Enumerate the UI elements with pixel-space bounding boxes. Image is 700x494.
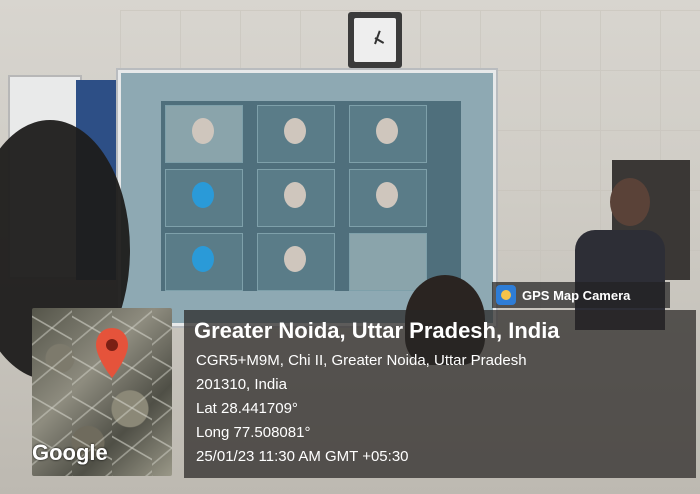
participant-face <box>284 182 306 208</box>
speaker-head <box>610 178 650 226</box>
address-line-1: CGR5+M9M, Chi II, Greater Noida, Uttar P… <box>196 352 527 369</box>
photo-scene: GPS Map Camera Google Greater Noida, Utt… <box>0 0 700 494</box>
gps-map-camera-icon <box>496 285 516 305</box>
video-tile <box>165 169 243 227</box>
latitude: Lat 28.441709° <box>196 400 298 417</box>
video-call-grid <box>161 101 461 291</box>
participant-face <box>192 118 214 144</box>
map-thumbnail: Google <box>32 308 172 476</box>
gps-badge-label: GPS Map Camera <box>522 287 631 303</box>
video-tile <box>349 233 427 291</box>
location-info-box: Greater Noida, Uttar Pradesh, India CGR5… <box>184 310 696 478</box>
longitude: Long 77.508081° <box>196 424 311 441</box>
address-line-2: 201310, India <box>196 376 287 393</box>
datetime-stamp: 25/01/23 11:30 AM GMT +05:30 <box>196 448 409 465</box>
map-provider-label: Google <box>32 440 108 465</box>
participant-face <box>376 118 398 144</box>
video-tile <box>165 233 243 291</box>
location-title: Greater Noida, Uttar Pradesh, India <box>194 318 560 343</box>
video-tile <box>257 105 335 163</box>
video-tile <box>165 105 243 163</box>
video-tile <box>349 169 427 227</box>
video-tile <box>257 233 335 291</box>
video-tile <box>257 169 335 227</box>
gps-badge: GPS Map Camera <box>492 282 670 308</box>
video-tile <box>349 105 427 163</box>
participant-avatar <box>192 246 214 272</box>
participant-avatar <box>192 182 214 208</box>
location-pin-icon <box>96 328 128 378</box>
clock-face <box>354 18 396 62</box>
wall-clock <box>348 12 402 68</box>
participant-face <box>376 182 398 208</box>
participant-face <box>284 118 306 144</box>
participant-face <box>284 246 306 272</box>
